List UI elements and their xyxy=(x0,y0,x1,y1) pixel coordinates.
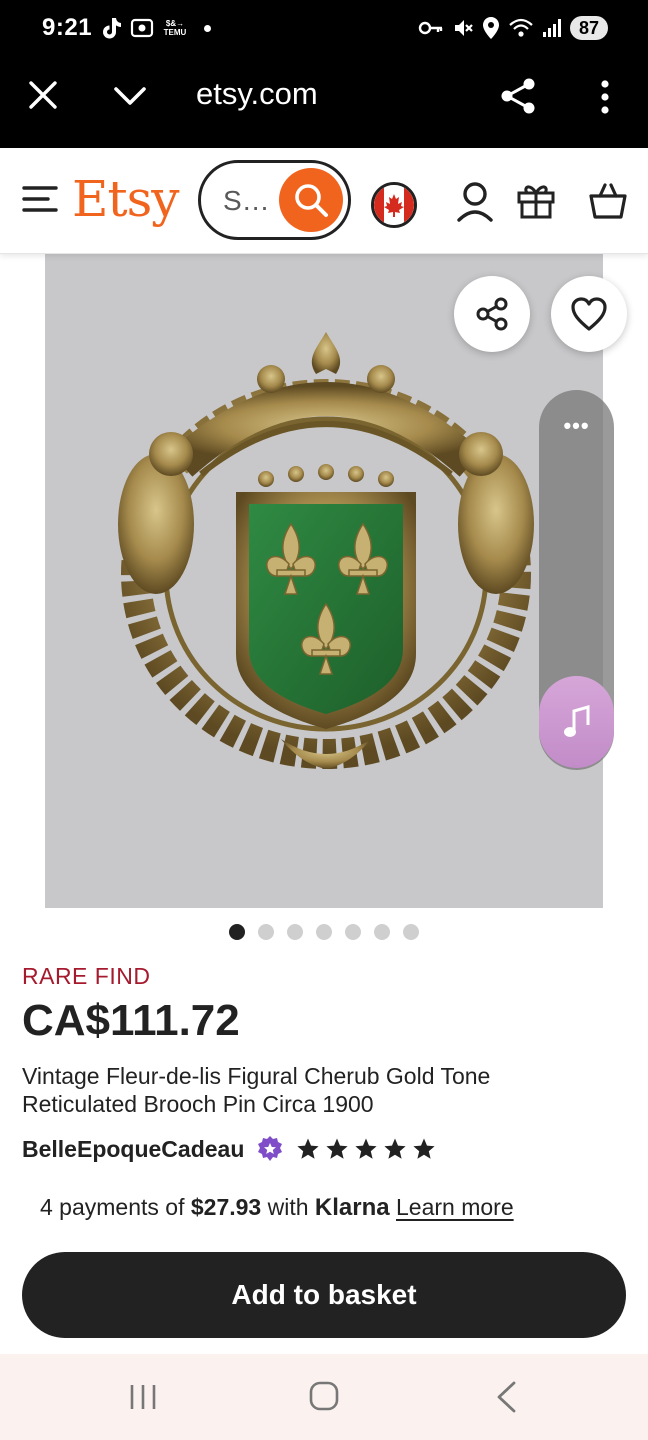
status-bar: 9:21 $&→ TEMU 87 xyxy=(0,0,648,56)
learn-more-link[interactable]: Learn more xyxy=(396,1194,514,1220)
url-text[interactable]: etsy.com xyxy=(196,76,318,112)
notification-dot xyxy=(204,24,211,32)
carousel-dot[interactable] xyxy=(374,924,390,940)
basket-icon[interactable] xyxy=(588,182,628,220)
back-icon[interactable] xyxy=(492,1380,520,1414)
image-share-button[interactable] xyxy=(454,276,530,352)
klarna-logo: Klarna xyxy=(314,1194,390,1221)
music-note-icon xyxy=(563,705,589,737)
rating-stars[interactable] xyxy=(296,1137,436,1161)
search-input[interactable]: S… xyxy=(198,160,351,240)
product-title: Vintage Fleur-de-lis Figural Cherub Gold… xyxy=(22,1063,491,1117)
share-icon xyxy=(476,297,508,331)
share-icon[interactable] xyxy=(498,76,538,116)
shop-row[interactable]: BelleEpoqueCadeau xyxy=(22,1133,436,1165)
status-notification-icons: $&→ TEMU xyxy=(100,14,211,42)
star-seller-badge-icon xyxy=(258,1136,283,1161)
klarna-prefix: 4 payments of xyxy=(40,1194,191,1220)
temu-icon: $&→ TEMU xyxy=(162,19,188,37)
battery-icon: 87 xyxy=(570,16,608,40)
close-icon[interactable] xyxy=(26,78,60,112)
status-system-icons: 87 xyxy=(418,14,608,42)
etsy-logo[interactable]: Etsy xyxy=(72,170,179,228)
music-button[interactable] xyxy=(539,676,614,768)
mute-icon xyxy=(455,20,473,36)
klarna-amount: $27.93 xyxy=(190,1194,262,1220)
menu-icon[interactable] xyxy=(22,184,58,214)
floating-side-panel[interactable]: ••• xyxy=(539,390,614,770)
product-image[interactable] xyxy=(45,254,603,908)
brooch-photo xyxy=(118,332,534,769)
star-icon xyxy=(326,1138,348,1159)
browser-toolbar: etsy.com xyxy=(0,56,648,148)
shop-name-link[interactable]: BelleEpoqueCadeau xyxy=(22,1136,244,1163)
add-to-basket-button[interactable]: Add to basket xyxy=(22,1252,626,1338)
klarna-middle: with xyxy=(261,1194,315,1220)
status-time: 9:21 xyxy=(42,14,93,41)
heart-icon xyxy=(571,297,607,331)
favorite-button[interactable] xyxy=(551,276,627,352)
temu-badge-bottom: TEMU xyxy=(163,28,187,37)
key-icon xyxy=(418,21,443,35)
location-icon xyxy=(483,17,499,39)
product-price: CA$111.72 xyxy=(22,996,240,1045)
canada-flag-icon xyxy=(374,185,414,225)
rare-find-badge: RARE FIND xyxy=(22,963,151,989)
carousel-dot[interactable] xyxy=(403,924,419,940)
carousel-dot[interactable] xyxy=(258,924,274,940)
wifi-icon xyxy=(509,18,533,37)
search-placeholder[interactable]: S… xyxy=(223,185,270,217)
signal-icon xyxy=(543,19,561,37)
region-button[interactable] xyxy=(371,182,417,228)
carousel-dot[interactable] xyxy=(316,924,332,940)
more-vert-icon[interactable] xyxy=(590,78,620,116)
screenshot-icon xyxy=(130,18,154,38)
search-button[interactable] xyxy=(279,168,343,232)
site-header: Etsy S… xyxy=(0,148,648,254)
carousel-dot[interactable] xyxy=(287,924,303,940)
tiktok-icon xyxy=(103,18,121,39)
gift-icon[interactable] xyxy=(516,180,556,220)
star-icon xyxy=(297,1138,319,1159)
star-icon xyxy=(413,1138,435,1159)
search-icon xyxy=(295,184,328,217)
home-icon[interactable] xyxy=(308,1380,340,1412)
carousel-dot[interactable] xyxy=(229,924,245,940)
star-icon xyxy=(384,1138,406,1159)
chevron-down-icon[interactable] xyxy=(110,80,150,112)
carousel-dot[interactable] xyxy=(345,924,361,940)
recent-apps-icon[interactable] xyxy=(128,1382,158,1412)
star-icon xyxy=(355,1138,377,1159)
image-carousel-dots xyxy=(229,924,419,940)
klarna-installments: 4 payments of $27.93 with Klarna Learn m… xyxy=(40,1194,514,1222)
more-horiz-icon[interactable]: ••• xyxy=(539,415,614,437)
temu-badge-top: $&→ xyxy=(165,19,185,28)
account-icon[interactable] xyxy=(456,180,494,222)
android-nav-bar xyxy=(0,1354,648,1440)
